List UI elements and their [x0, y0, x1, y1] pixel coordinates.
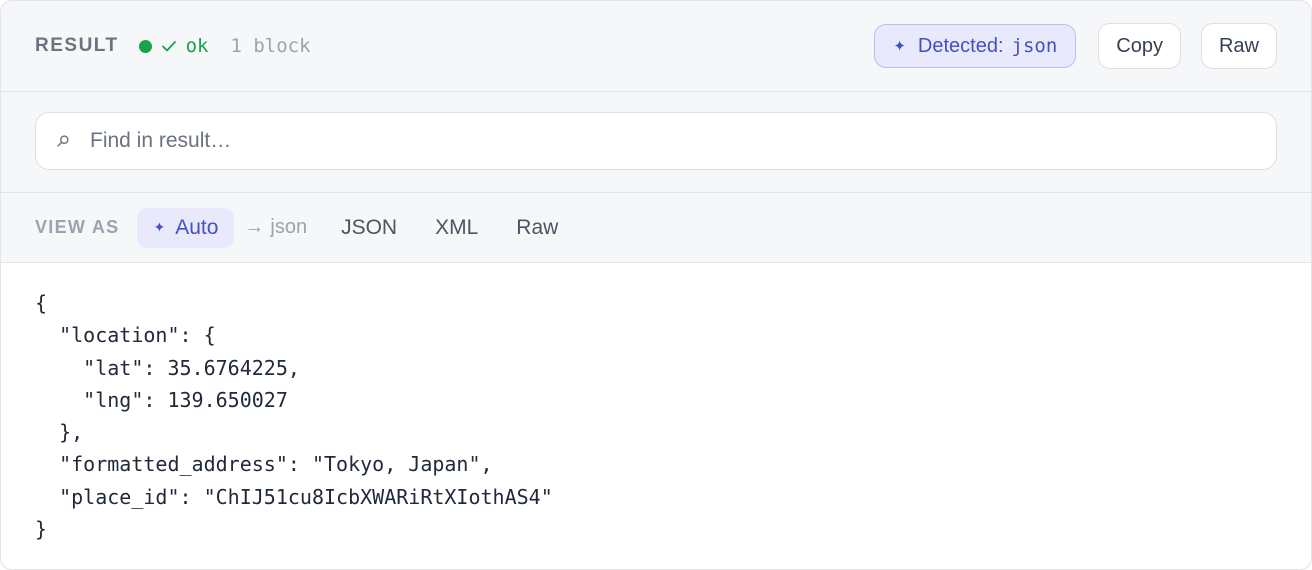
- search-icon: [57, 135, 69, 147]
- code-line: "formatted_address": "Tokyo, Japan",: [35, 452, 493, 477]
- tab-raw[interactable]: Raw: [500, 208, 574, 248]
- view-as-bar: VIEW AS ✦ Auto → json JSON XML Raw: [1, 193, 1311, 263]
- search-input[interactable]: [88, 128, 1192, 154]
- code-line: "lng": 139.650027: [35, 387, 288, 412]
- status-dot: [138, 39, 152, 53]
- code-line: "place_id": "ChIJ51cu8IcbXWARiRtXIothAS4…: [35, 484, 553, 509]
- result-header: RESULT ok 1 block ✦ Detected: json Copy …: [1, 1, 1311, 92]
- code-line: },: [35, 420, 84, 445]
- search-box[interactable]: [35, 112, 1277, 170]
- auto-detected-hint: → json: [244, 216, 307, 239]
- code-line: {: [35, 291, 48, 315]
- code-line: "location": {: [35, 323, 216, 348]
- status-indicator: ok: [138, 35, 209, 57]
- result-title: RESULT: [35, 35, 119, 56]
- tab-auto[interactable]: ✦ Auto: [137, 207, 235, 248]
- search-row: [1, 92, 1311, 193]
- view-as-label: VIEW AS: [35, 217, 120, 237]
- result-panel: RESULT ok 1 block ✦ Detected: json Copy …: [0, 0, 1312, 570]
- detected-label: Detected:: [917, 34, 1004, 57]
- sparkle-icon: ✦: [153, 219, 166, 235]
- arrow-right-icon: →: [244, 216, 265, 238]
- tab-json[interactable]: JSON: [325, 208, 413, 248]
- result-code: { "location": { "lat": 35.6764225, "lng"…: [1, 263, 1311, 569]
- code-line: "lat": 35.6764225,: [35, 355, 300, 380]
- tab-auto-label: Auto: [175, 215, 219, 239]
- check-icon: [161, 41, 176, 52]
- code-line: }: [35, 517, 48, 542]
- detected-format-badge[interactable]: ✦ Detected: json: [874, 24, 1077, 68]
- copy-button[interactable]: Copy: [1098, 23, 1181, 69]
- status-text: ok: [185, 35, 209, 57]
- tab-xml[interactable]: XML: [419, 208, 494, 248]
- sparkle-icon: ✦: [893, 38, 906, 55]
- auto-hint-text: json: [270, 216, 308, 238]
- raw-button[interactable]: Raw: [1200, 23, 1277, 69]
- block-count: 1 block: [230, 35, 311, 57]
- detected-value: json: [1011, 35, 1058, 57]
